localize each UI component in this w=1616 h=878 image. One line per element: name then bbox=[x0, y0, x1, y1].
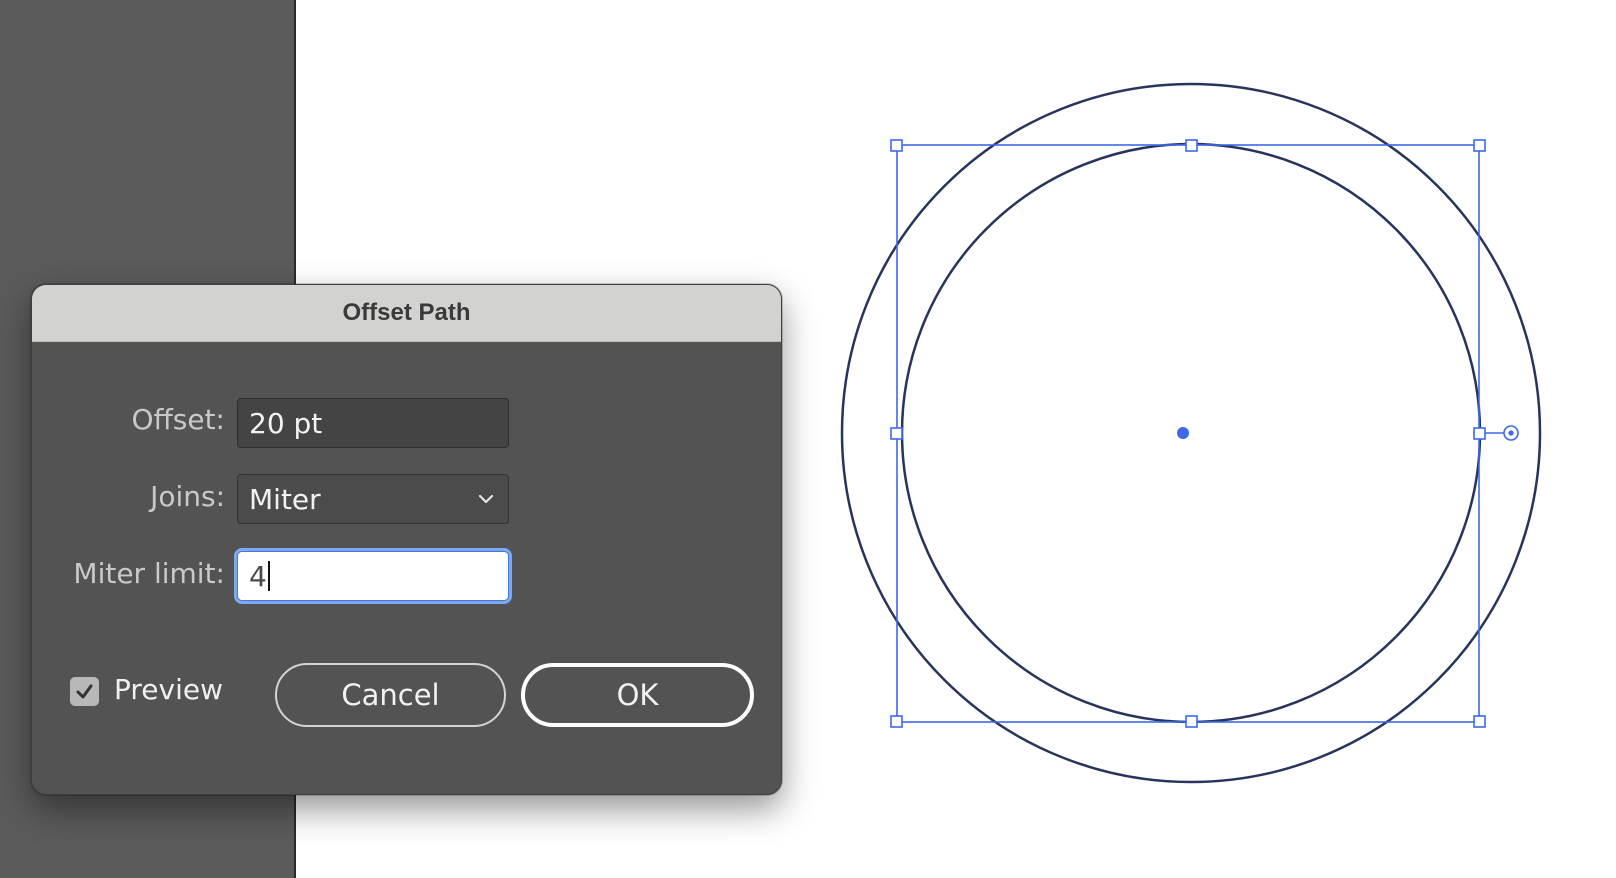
offset-label: Offset: bbox=[131, 403, 225, 436]
handle-bottom-center[interactable] bbox=[1185, 715, 1198, 728]
chevron-down-icon bbox=[478, 494, 494, 504]
preview-checkbox[interactable] bbox=[70, 677, 99, 706]
dialog-titlebar: Offset Path bbox=[32, 285, 781, 342]
cancel-button[interactable]: Cancel bbox=[275, 663, 506, 727]
inner-original-circle[interactable] bbox=[900, 142, 1482, 724]
handle-top-left[interactable] bbox=[890, 139, 903, 152]
miter-limit-label: Miter limit: bbox=[73, 557, 225, 590]
checkmark-icon bbox=[76, 684, 93, 699]
offset-input[interactable]: 20 pt bbox=[237, 398, 509, 448]
joins-label: Joins: bbox=[150, 480, 225, 513]
center-point bbox=[1177, 427, 1189, 439]
handle-middle-left[interactable] bbox=[890, 427, 903, 440]
corner-widget-dot-icon bbox=[1508, 430, 1514, 436]
text-caret bbox=[267, 561, 270, 591]
handle-bottom-left[interactable] bbox=[890, 715, 903, 728]
handle-bottom-right[interactable] bbox=[1473, 715, 1486, 728]
miter-limit-input[interactable]: 4 bbox=[237, 551, 509, 601]
joins-value: Miter bbox=[249, 482, 321, 516]
dialog-title: Offset Path bbox=[342, 299, 471, 326]
ok-button-label: OK bbox=[616, 678, 659, 712]
offset-path-dialog: Offset Path Offset: 20 pt Joins: Miter M… bbox=[31, 284, 782, 795]
ok-button[interactable]: OK bbox=[521, 663, 754, 727]
handle-top-center[interactable] bbox=[1185, 139, 1198, 152]
preview-label[interactable]: Preview bbox=[114, 673, 223, 706]
miter-limit-value: 4 bbox=[249, 559, 267, 593]
offset-value: 20 pt bbox=[249, 406, 323, 440]
handle-middle-right[interactable] bbox=[1473, 427, 1486, 440]
handle-top-right[interactable] bbox=[1473, 139, 1486, 152]
outer-offset-circle[interactable] bbox=[840, 82, 1542, 784]
cancel-button-label: Cancel bbox=[341, 678, 440, 712]
joins-select[interactable]: Miter bbox=[237, 474, 509, 524]
